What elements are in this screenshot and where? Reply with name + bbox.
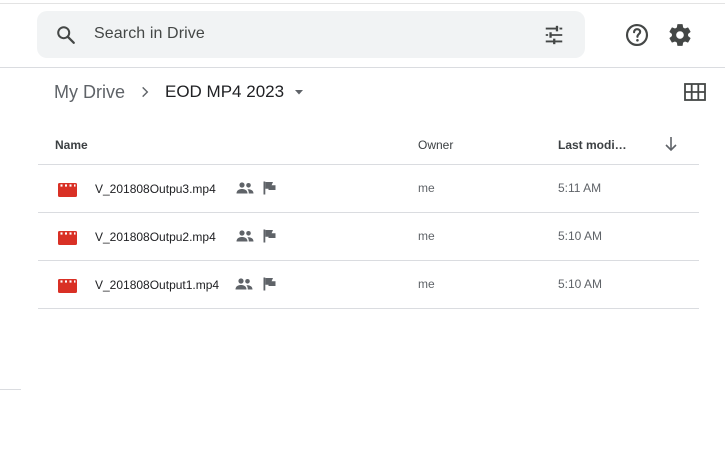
- shared-people-icon: [236, 230, 254, 242]
- sidebar-divider: [0, 389, 21, 390]
- table-row[interactable]: V_201808Outpu3.mp4 me 5:11 AM: [38, 165, 699, 213]
- search-bar[interactable]: Search in Drive: [37, 11, 585, 58]
- flag-icon: [263, 181, 276, 195]
- file-name[interactable]: V_201808Outpu3.mp4: [95, 182, 216, 196]
- file-name[interactable]: V_201808Outpu2.mp4: [95, 230, 216, 244]
- sort-arrow-down-icon[interactable]: [664, 136, 678, 152]
- shared-people-icon: [236, 182, 254, 194]
- help-icon[interactable]: [624, 22, 650, 48]
- video-file-icon: [58, 183, 77, 197]
- flag-icon: [263, 277, 276, 291]
- owner-cell: me: [418, 181, 435, 195]
- file-name[interactable]: V_201808Output1.mp4: [95, 278, 219, 292]
- shared-people-icon: [235, 278, 253, 290]
- column-last-modified[interactable]: Last modi…: [558, 138, 627, 152]
- search-icon[interactable]: [55, 24, 77, 46]
- column-name[interactable]: Name: [55, 138, 88, 152]
- modified-cell: 5:10 AM: [558, 229, 603, 243]
- file-list-header: Name Owner Last modi…: [38, 117, 699, 165]
- column-owner[interactable]: Owner: [418, 138, 453, 152]
- owner-cell: me: [418, 229, 435, 243]
- owner-cell: me: [418, 277, 435, 291]
- table-row[interactable]: V_201808Output1.mp4 me 5:10 AM: [38, 261, 699, 309]
- video-file-icon: [58, 231, 77, 245]
- modified-cell: 5:10 AM: [558, 277, 603, 291]
- gear-icon[interactable]: [667, 22, 693, 48]
- breadcrumb-current-folder[interactable]: EOD MP4 2023: [165, 82, 284, 102]
- flag-icon: [263, 229, 276, 243]
- modified-cell: 5:11 AM: [558, 181, 602, 195]
- header-divider: [0, 67, 725, 68]
- grid-view-icon[interactable]: [684, 83, 706, 101]
- video-file-icon: [58, 279, 77, 293]
- caret-down-icon[interactable]: [293, 86, 305, 98]
- breadcrumb: My Drive EOD MP4 2023: [54, 80, 305, 104]
- tune-icon[interactable]: [543, 24, 565, 46]
- search-input[interactable]: Search in Drive: [94, 25, 205, 43]
- breadcrumb-my-drive[interactable]: My Drive: [54, 82, 125, 103]
- top-divider: [0, 3, 725, 4]
- file-list: Name Owner Last modi… V_201808Outpu3.mp4: [38, 117, 699, 309]
- chevron-right-icon: [142, 86, 149, 98]
- table-row[interactable]: V_201808Outpu2.mp4 me 5:10 AM: [38, 213, 699, 261]
